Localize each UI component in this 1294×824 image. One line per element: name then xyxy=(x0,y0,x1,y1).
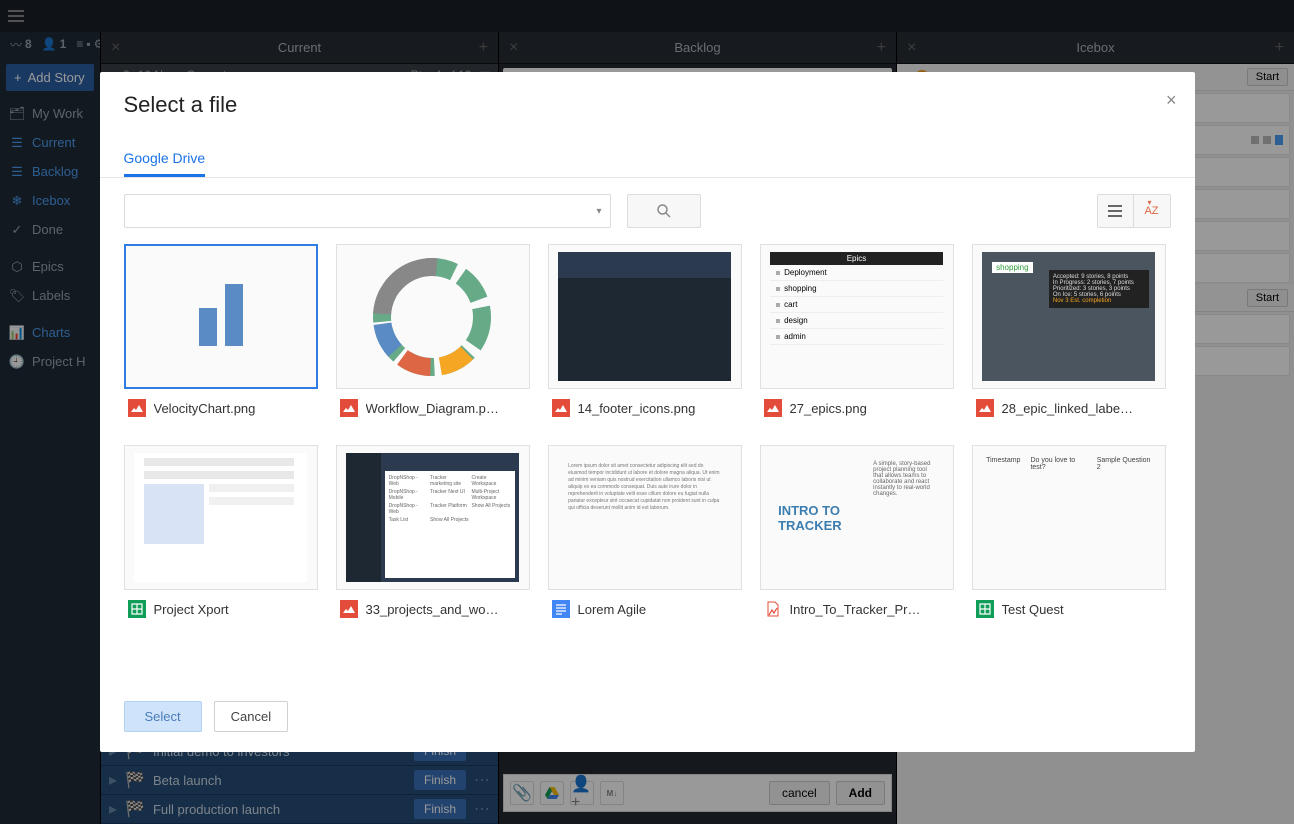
file-thumbnail: shopping Accepted: 9 stories, 8 points I… xyxy=(972,244,1166,389)
file-name: VelocityChart.png xyxy=(154,401,256,416)
file-card[interactable]: INTRO TOTRACKER A simple, story-based pr… xyxy=(760,445,954,628)
modal-overlay: Select a file × Google Drive ▾ ▾AZ xyxy=(0,0,1294,824)
file-name: Workflow_Diagram.p… xyxy=(366,401,499,416)
file-thumbnail: Timestamp Do you love to test? Sample Qu… xyxy=(972,445,1166,590)
file-thumbnail xyxy=(336,244,530,389)
modal-actions: Select Cancel xyxy=(100,681,1195,752)
file-name: 14_footer_icons.png xyxy=(578,401,696,416)
file-thumbnail: INTRO TOTRACKER A simple, story-based pr… xyxy=(760,445,954,590)
thumb-text: TRACKER xyxy=(778,518,857,533)
file-picker-modal: Select a file × Google Drive ▾ ▾AZ xyxy=(100,72,1195,752)
search-button[interactable] xyxy=(627,194,701,228)
thumb-text: cart xyxy=(784,300,797,309)
sheet-icon xyxy=(128,600,146,618)
list-view-button[interactable] xyxy=(1098,195,1134,227)
thumb-text: Timestamp xyxy=(986,457,1020,578)
close-icon[interactable]: × xyxy=(1166,90,1177,111)
thumb-text: Do you love to test? xyxy=(1030,457,1086,578)
modal-title: Select a file xyxy=(124,92,1171,118)
file-thumbnail: Epics Deployment shopping cart design ad… xyxy=(760,244,954,389)
image-icon xyxy=(340,600,358,618)
tab-google-drive[interactable]: Google Drive xyxy=(124,142,206,177)
file-thumbnail xyxy=(124,244,318,389)
thumb-text: shopping xyxy=(784,284,816,293)
files-grid: VelocityChart.png Workflow_Diagram.p… xyxy=(100,244,1195,681)
search-icon xyxy=(656,203,672,219)
list-icon xyxy=(1108,205,1122,217)
file-name: 33_projects_and_wo… xyxy=(366,602,499,617)
file-card[interactable]: Timestamp Do you love to test? Sample Qu… xyxy=(972,445,1166,628)
thumb-text: Nov 3 Est. completion xyxy=(1053,298,1145,304)
image-icon xyxy=(552,399,570,417)
thumb-text: admin xyxy=(784,332,806,341)
doc-icon xyxy=(552,600,570,618)
thumb-text: Deployment xyxy=(784,268,827,277)
file-card[interactable]: DropNShop - WebTracker marketing siteCre… xyxy=(336,445,530,628)
file-name: Project Xport xyxy=(154,602,229,617)
file-card[interactable]: shopping Accepted: 9 stories, 8 points I… xyxy=(972,244,1166,427)
search-combo[interactable]: ▾ xyxy=(124,194,611,228)
thumb-text: design xyxy=(784,316,808,325)
file-thumbnail xyxy=(548,244,742,389)
search-input[interactable] xyxy=(125,204,610,219)
image-icon xyxy=(764,399,782,417)
file-thumbnail: DropNShop - WebTracker marketing siteCre… xyxy=(336,445,530,590)
thumb-text: shopping xyxy=(992,262,1032,273)
file-name: Lorem Agile xyxy=(578,602,647,617)
pdf-icon xyxy=(764,600,782,618)
image-icon xyxy=(128,399,146,417)
view-toggle: ▾AZ xyxy=(1097,194,1171,228)
chevron-down-icon[interactable]: ▾ xyxy=(596,206,601,217)
sheet-icon xyxy=(976,600,994,618)
image-icon xyxy=(340,399,358,417)
cancel-button[interactable]: Cancel xyxy=(214,701,288,732)
file-card[interactable]: VelocityChart.png xyxy=(124,244,318,427)
thumb-text: A simple, story-based project planning t… xyxy=(865,453,943,582)
file-card[interactable]: Workflow_Diagram.p… xyxy=(336,244,530,427)
file-thumbnail xyxy=(124,445,318,590)
file-card[interactable]: 14_footer_icons.png xyxy=(548,244,742,427)
image-icon xyxy=(976,399,994,417)
file-name: 27_epics.png xyxy=(790,401,867,416)
file-card[interactable]: Epics Deployment shopping cart design ad… xyxy=(760,244,954,427)
modal-header: Select a file × xyxy=(100,72,1195,118)
file-thumbnail: Lorem ipsum dolor sit amet consectetur a… xyxy=(548,445,742,590)
thumb-text: Sample Question 2 xyxy=(1097,457,1151,578)
file-name: Intro_To_Tracker_Pr… xyxy=(790,602,921,617)
file-name: 28_epic_linked_labe… xyxy=(1002,401,1134,416)
modal-toolbar: ▾ ▾AZ xyxy=(100,178,1195,244)
modal-tabs: Google Drive xyxy=(100,142,1195,178)
file-card[interactable]: Lorem ipsum dolor sit amet consectetur a… xyxy=(548,445,742,628)
thumb-text: INTRO TO xyxy=(778,503,857,518)
select-button[interactable]: Select xyxy=(124,701,202,732)
file-name: Test Quest xyxy=(1002,602,1064,617)
thumb-text: Epics xyxy=(770,252,943,265)
sort-button[interactable]: ▾AZ xyxy=(1134,195,1170,227)
sort-az-icon: ▾AZ xyxy=(1144,205,1158,217)
file-card[interactable]: Project Xport xyxy=(124,445,318,628)
